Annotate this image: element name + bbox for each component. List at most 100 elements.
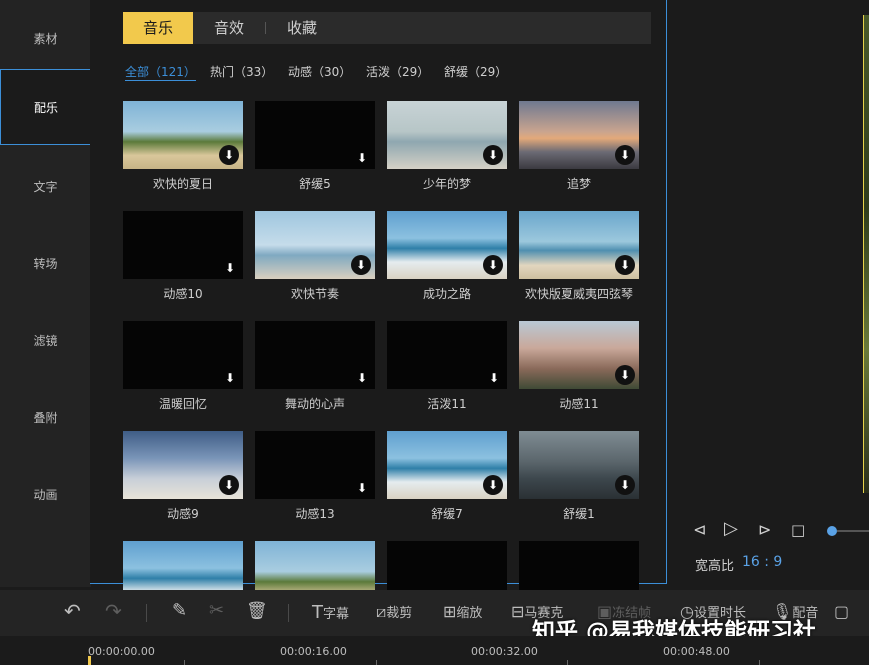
track-card[interactable]: ⬇	[255, 211, 375, 279]
sidebar-item-filter[interactable]: 滤镜	[0, 302, 91, 378]
undo-icon[interactable]: ↶	[64, 599, 81, 623]
download-icon[interactable]: ⬇	[357, 481, 367, 495]
download-icon[interactable]: ⬇	[615, 475, 635, 495]
crop-button[interactable]: ⧄裁剪	[376, 602, 412, 622]
timestamp-label: 00:00:16.00	[280, 645, 347, 658]
sidebar-item-music[interactable]: 配乐	[0, 69, 91, 145]
sidebar-item-label: 文字	[33, 179, 58, 194]
track-title: 温暖回忆	[158, 397, 207, 411]
download-icon[interactable]: ⬇	[483, 475, 503, 495]
download-icon[interactable]: ⬇	[225, 261, 235, 275]
track-card[interactable]: ⬇	[387, 101, 507, 169]
track-card[interactable]: ⬇	[255, 101, 375, 169]
sidebar-item-label: 配乐	[33, 100, 58, 115]
crop-label: 裁剪	[386, 606, 413, 621]
track-card[interactable]: ⬇	[255, 321, 375, 389]
download-icon[interactable]: ⬇	[483, 145, 503, 165]
track-title: 欢快版夏威夷四弦琴	[524, 287, 633, 301]
subtitle-button[interactable]: T字幕	[312, 602, 349, 623]
track-card[interactable]: ⬇	[519, 431, 639, 499]
track-card[interactable]: ⬇	[387, 211, 507, 279]
download-icon[interactable]: ⬇	[351, 255, 371, 275]
toolbar-divider	[288, 604, 289, 622]
track-card[interactable]: ⬇	[519, 101, 639, 169]
sidebar-item-label: 素材	[33, 31, 58, 46]
track-title: 舒缓7	[431, 507, 463, 521]
track-title: 舒缓5	[299, 177, 331, 191]
redo-icon[interactable]: ↷	[105, 599, 122, 623]
progress-track[interactable]	[837, 530, 869, 532]
zoom-button[interactable]: ⊞缩放	[443, 602, 482, 621]
sidebar-item-animation[interactable]: 动画	[0, 456, 91, 532]
progress-handle[interactable]	[827, 526, 837, 536]
zoom-label: 缩放	[456, 606, 483, 621]
download-icon[interactable]: ⬇	[615, 365, 635, 385]
trash-icon[interactable]: 🗑	[246, 601, 268, 621]
timeline-tick	[376, 660, 377, 665]
toolbar-divider	[146, 604, 147, 622]
track-title: 活泼11	[427, 397, 467, 411]
video-preview	[863, 15, 869, 493]
zoom-icon: ⊞	[443, 602, 457, 621]
download-icon[interactable]: ⬇	[357, 371, 367, 385]
track-card[interactable]: ⬇	[123, 321, 243, 389]
tab-sound-effects[interactable]: 音效	[193, 12, 265, 44]
track-card[interactable]: ⬇	[519, 211, 639, 279]
download-icon[interactable]: ⬇	[219, 145, 239, 165]
timestamp-label: 00:00:00.00	[88, 645, 155, 658]
track-card[interactable]: ⬇	[519, 321, 639, 389]
subtitle-label: 字幕	[323, 607, 350, 622]
track-card[interactable]: ⬇	[123, 211, 243, 279]
sidebar-item-label: 转场	[33, 256, 58, 271]
filter-soothing[interactable]: 舒缓（29）	[444, 63, 507, 80]
sidebar-item-label: 动画	[33, 487, 58, 502]
download-icon[interactable]: ⬇	[219, 475, 239, 495]
track-title: 动感10	[163, 287, 203, 301]
left-sidebar: 素材 配乐 文字 转场 滤镜 叠附 动画	[0, 0, 91, 587]
sidebar-item-label: 叠附	[33, 410, 58, 425]
sidebar-item-overlay[interactable]: 叠附	[0, 379, 91, 455]
filter-popular[interactable]: 热门（33）	[210, 63, 273, 80]
track-card[interactable]: ⬇	[123, 431, 243, 499]
track-card[interactable]: ⬇	[387, 321, 507, 389]
preview-area	[668, 0, 869, 587]
stop-icon[interactable]: □	[791, 521, 805, 539]
download-icon[interactable]: ⬇	[615, 255, 635, 275]
prev-frame-icon[interactable]: ⊲	[693, 520, 706, 539]
filter-all[interactable]: 全部（121）	[125, 63, 196, 81]
track-title: 追梦	[566, 177, 591, 191]
track-title: 动感11	[559, 397, 599, 411]
timestamp-label: 00:00:48.00	[663, 645, 730, 658]
sidebar-item-transition[interactable]: 转场	[0, 225, 91, 301]
filter-dynamic[interactable]: 动感（30）	[288, 63, 351, 80]
mosaic-icon: ⊟	[511, 602, 525, 621]
aspect-ratio-value[interactable]: 16 : 9	[742, 554, 782, 570]
playhead[interactable]	[88, 656, 91, 665]
sidebar-item-text[interactable]: 文字	[0, 148, 91, 224]
track-card[interactable]: ⬇	[123, 101, 243, 169]
track-title: 动感9	[167, 507, 199, 521]
timestamp-label: 00:00:32.00	[471, 645, 538, 658]
download-icon[interactable]: ⬇	[615, 145, 635, 165]
download-icon[interactable]: ⬇	[489, 371, 499, 385]
track-card[interactable]: ⬇	[387, 431, 507, 499]
play-icon[interactable]: ▷	[724, 518, 738, 539]
aspect-ratio-label: 宽高比	[695, 559, 735, 574]
tab-favorites[interactable]: 收藏	[266, 12, 338, 44]
tab-bar: 音乐 音效 收藏	[123, 12, 651, 44]
pencil-icon[interactable]: ✎	[172, 600, 187, 621]
scissors-icon[interactable]: ✂	[209, 600, 224, 621]
download-icon[interactable]: ⬇	[225, 371, 235, 385]
track-title: 舒缓1	[563, 507, 595, 521]
next-frame-icon[interactable]: ⊳	[758, 520, 771, 539]
tab-music[interactable]: 音乐	[123, 12, 193, 44]
more-tool-icon[interactable]: ▢	[834, 602, 849, 621]
filter-lively[interactable]: 活泼（29）	[366, 63, 429, 80]
crop-icon: ⧄	[376, 602, 387, 621]
download-icon[interactable]: ⬇	[483, 255, 503, 275]
download-icon[interactable]: ⬇	[357, 151, 367, 165]
timeline-tick	[567, 660, 568, 665]
timeline-tick	[759, 660, 760, 665]
sidebar-item-media[interactable]: 素材	[0, 0, 91, 76]
track-card[interactable]: ⬇	[255, 431, 375, 499]
